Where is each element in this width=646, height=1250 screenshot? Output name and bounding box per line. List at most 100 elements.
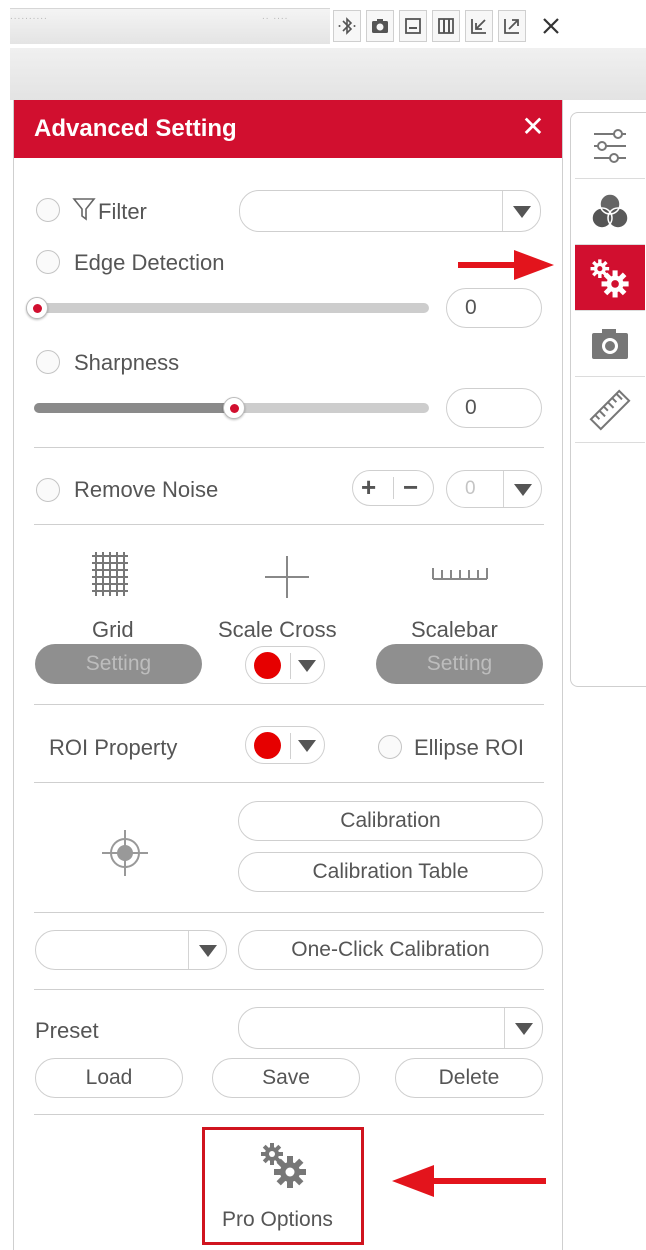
remove-noise-stepper: + − [352,470,434,506]
increase-button[interactable]: + [361,472,376,503]
filter-select[interactable] [239,190,541,232]
window-close-button[interactable] [531,10,571,42]
split-view-button[interactable] [432,10,460,42]
minimize-button[interactable] [399,10,427,42]
chevron-down-icon [514,484,532,496]
scalebar-icon [432,568,488,580]
preset-label: Preset [35,1018,99,1043]
toolbar-left-area: .......... .. .... [10,8,330,44]
tab-capture[interactable] [575,311,645,377]
filter-radio[interactable] [36,198,60,222]
grip-dots: .. .... [262,11,289,22]
chevron-down-icon [515,1023,533,1035]
minimize-icon [405,18,421,34]
tab-measure[interactable] [575,377,645,443]
calibration-button[interactable]: Calibration [238,801,543,841]
color-circles-icon [591,192,629,229]
divider [34,912,544,913]
camera-icon [372,19,388,33]
calibration-table-button[interactable]: Calibration Table [238,852,543,892]
annotation-arrow-left [392,1165,546,1197]
sharpness-slider-handle[interactable] [223,397,245,419]
remove-noise-dropdown-arrow[interactable] [503,471,541,507]
sharpness-slider-fill [34,403,234,413]
filter-funnel-icon [72,198,96,221]
grid-icon [92,552,128,596]
remove-noise-value: 0 [465,478,476,499]
save-preset-button[interactable]: Save [212,1058,360,1098]
grid-setting-button[interactable]: Setting [35,644,202,684]
ruler-icon [589,388,631,431]
ellipse-roi-radio[interactable] [378,735,402,759]
sharpness-label: Sharpness [74,350,180,375]
chevron-down-icon [199,945,217,957]
grip-dots: .......... [10,11,48,22]
roi-color-swatch [254,732,281,759]
side-tab-strip [570,112,646,687]
scalebar-setting-button[interactable]: Setting [376,644,543,684]
divider [34,782,544,783]
sharpness-radio[interactable] [36,350,60,374]
bluetooth-button[interactable] [333,10,361,42]
scale-cross-icon [265,556,309,598]
annotation-highlight-box [202,1127,364,1245]
remove-noise-label: Remove Noise [74,477,219,502]
calibration-profile-select[interactable] [35,930,227,970]
edge-detection-radio[interactable] [36,250,60,274]
sliders-icon [594,128,626,163]
color-select-separator [290,653,291,679]
dock-icon [471,19,486,34]
decrease-button[interactable]: − [403,472,418,503]
tab-color[interactable] [575,179,645,245]
roi-property-label: ROI Property [49,735,178,760]
preset-select[interactable] [238,1007,543,1049]
toolbar-shadow-strip [10,48,646,100]
divider [34,989,544,990]
color-select-separator [290,733,291,759]
annotation-arrow-right [458,250,554,280]
chevron-down-icon [298,740,316,752]
one-click-calibration-button[interactable]: One-Click Calibration [238,930,543,970]
filter-label: Filter [98,199,147,224]
scale-cross-label: Scale Cross [218,617,337,642]
filter-dropdown-arrow[interactable] [502,191,540,231]
divider [34,524,544,525]
divider [34,704,544,705]
window-toolbar: .......... .. .... [0,0,646,48]
load-preset-button[interactable]: Load [35,1058,183,1098]
snapshot-button[interactable] [366,10,394,42]
panel-header: Advanced Setting ✕ [14,100,562,158]
chevron-down-icon [513,206,531,218]
remove-noise-select[interactable]: 0 [446,470,542,508]
ellipse-roi-label: Ellipse ROI [414,735,525,760]
undock-icon [504,19,519,34]
preset-dropdown-arrow[interactable] [504,1008,542,1048]
scalebar-label: Scalebar [411,617,498,642]
edge-detection-slider-handle[interactable] [26,297,48,319]
gears-icon [590,258,629,297]
tab-adjustments[interactable] [575,113,645,179]
close-icon [543,18,559,34]
bluetooth-icon [338,17,356,35]
dock-button[interactable] [465,10,493,42]
delete-preset-button[interactable]: Delete [395,1058,543,1098]
edge-detection-slider[interactable] [26,303,429,313]
chevron-down-icon [298,660,316,672]
stepper-separator [393,477,394,499]
crosshair-target-icon [102,830,148,876]
roi-color-select[interactable] [245,726,325,764]
divider [34,447,544,448]
scale-cross-color-swatch [254,652,281,679]
edge-detection-label: Edge Detection [74,250,225,275]
split-view-icon [438,18,454,34]
sharpness-value-field[interactable]: 0 [446,388,542,428]
scale-cross-color-select[interactable] [245,646,325,684]
divider [34,1114,544,1115]
tab-advanced-setting[interactable] [575,245,645,311]
edge-detection-value-field[interactable]: 0 [446,288,542,328]
panel-close-button[interactable]: ✕ [518,112,548,142]
panel-title: Advanced Setting [34,115,237,142]
undock-button[interactable] [498,10,526,42]
calibration-profile-dropdown-arrow[interactable] [188,931,226,969]
remove-noise-radio[interactable] [36,478,60,502]
